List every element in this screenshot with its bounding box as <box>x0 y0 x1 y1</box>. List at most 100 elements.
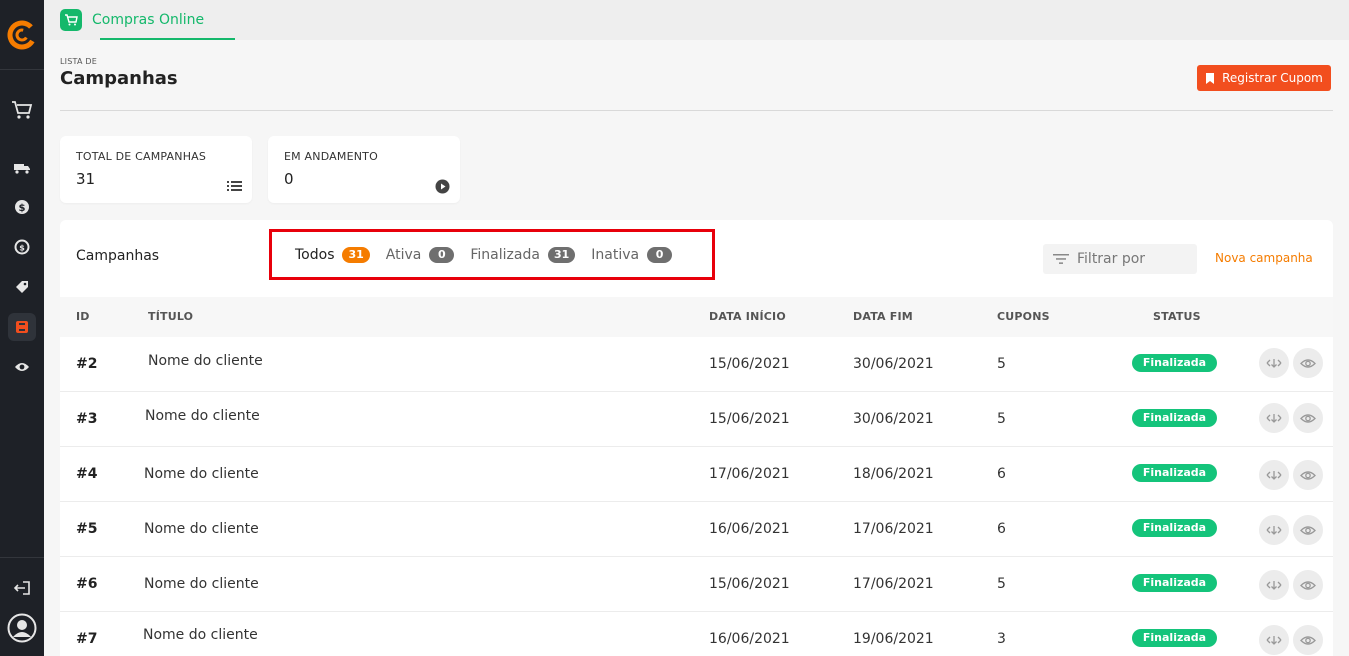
status-badge: Finalizada <box>1132 519 1217 537</box>
column-header-status[interactable]: STATUS <box>1153 310 1201 323</box>
user-icon[interactable] <box>0 613 44 643</box>
table-row[interactable]: #4 Nome do cliente 17/06/2021 18/06/2021… <box>60 447 1333 502</box>
status-badge: Finalizada <box>1132 354 1217 372</box>
view-button[interactable] <box>1293 460 1323 490</box>
column-header-coupons[interactable]: CUPONS <box>997 310 1050 323</box>
logo-icon[interactable] <box>0 0 44 70</box>
count-badge: 0 <box>647 246 673 263</box>
tab-underline <box>100 38 235 40</box>
register-coupon-button[interactable]: Registrar Cupom <box>1197 65 1331 91</box>
sidebar-divider <box>0 557 44 558</box>
row-coupons: 6 <box>997 521 1006 537</box>
eye-icon <box>1300 580 1316 590</box>
tab-label: Finalizada <box>470 246 540 263</box>
view-button[interactable] <box>1293 403 1323 433</box>
table-row[interactable]: #5 Nome do cliente 16/06/2021 17/06/2021… <box>60 502 1333 557</box>
count-badge: 31 <box>547 246 576 263</box>
page-title: Campanhas <box>60 68 178 89</box>
stat-label: TOTAL DE CAMPANHAS <box>76 150 207 163</box>
exchange-icon <box>1266 636 1282 645</box>
tab-label: Todos <box>295 246 335 263</box>
download-button[interactable] <box>1259 403 1289 433</box>
status-badge: Finalizada <box>1132 409 1217 427</box>
row-start-date: 15/06/2021 <box>709 576 790 592</box>
download-button[interactable] <box>1259 625 1289 655</box>
row-start-date: 15/06/2021 <box>709 411 790 427</box>
play-icon <box>434 178 450 194</box>
table-row[interactable]: #6 Nome do cliente 15/06/2021 17/06/2021… <box>60 557 1333 612</box>
status-filter-tabs: Todos 31 Ativa 0 Finalizada 31 Inativa 0 <box>269 229 715 280</box>
download-button[interactable] <box>1259 460 1289 490</box>
tab-compras-online[interactable]: Compras Online <box>60 0 204 40</box>
header-divider <box>60 110 1333 111</box>
cart-icon <box>60 9 82 31</box>
sidebar: $ $ <box>0 0 44 656</box>
exchange-icon <box>1266 581 1282 590</box>
table-row[interactable]: #3 Nome do cliente 15/06/2021 30/06/2021… <box>60 392 1333 447</box>
eye-icon <box>1300 525 1316 535</box>
row-id: #3 <box>76 411 98 427</box>
exchange-icon <box>1266 414 1282 423</box>
row-title: Nome do cliente <box>144 521 259 537</box>
download-button[interactable] <box>1259 348 1289 378</box>
status-badge: Finalizada <box>1132 629 1217 647</box>
tab-label: Inativa <box>591 246 640 263</box>
download-button[interactable] <box>1259 570 1289 600</box>
top-tab-bar: Compras Online <box>44 0 1349 40</box>
column-header-title[interactable]: TÍTULO <box>148 310 193 323</box>
filter-input[interactable]: Filtrar por <box>1043 244 1197 274</box>
row-coupons: 5 <box>997 411 1006 427</box>
panel-title: Campanhas <box>76 248 160 264</box>
campaign-icon[interactable] <box>8 313 36 341</box>
table-row[interactable]: #2 Nome do cliente 15/06/2021 30/06/2021… <box>60 337 1333 392</box>
eye-icon <box>1300 635 1316 645</box>
money-icon[interactable]: $ <box>0 193 44 221</box>
campaigns-panel: Campanhas Todos 31 Ativa 0 Finalizada 31… <box>60 220 1333 656</box>
tag-icon[interactable] <box>0 273 44 301</box>
view-button[interactable] <box>1293 348 1323 378</box>
register-coupon-label: Registrar Cupom <box>1222 71 1323 85</box>
page-overline: LISTA DE <box>60 57 97 66</box>
table-row[interactable]: #7 Nome do cliente 16/06/2021 19/06/2021… <box>60 612 1333 656</box>
tab-inativa[interactable]: Inativa 0 <box>591 246 673 263</box>
stat-card-in-progress: EM ANDAMENTO 0 <box>268 136 460 203</box>
row-end-date: 19/06/2021 <box>853 631 934 647</box>
bookmark-icon <box>1206 72 1215 84</box>
eye-icon[interactable] <box>0 353 44 381</box>
row-title: Nome do cliente <box>144 576 259 592</box>
filter-placeholder: Filtrar por <box>1077 251 1146 267</box>
view-button[interactable] <box>1293 515 1323 545</box>
row-coupons: 3 <box>997 631 1006 647</box>
new-campaign-link[interactable]: Nova campanha <box>1215 251 1313 265</box>
row-id: #4 <box>76 466 98 482</box>
column-header-end-date[interactable]: DATA FIM <box>853 310 913 323</box>
column-header-id[interactable]: ID <box>76 310 90 323</box>
tab-finalizada[interactable]: Finalizada 31 <box>470 246 576 263</box>
view-button[interactable] <box>1293 570 1323 600</box>
logout-icon[interactable] <box>0 574 44 602</box>
row-start-date: 17/06/2021 <box>709 466 790 482</box>
eye-icon <box>1300 413 1316 423</box>
refresh-money-icon[interactable]: $ <box>0 233 44 261</box>
tab-ativa[interactable]: Ativa 0 <box>385 246 455 263</box>
row-start-date: 16/06/2021 <box>709 521 790 537</box>
filter-icon <box>1053 254 1069 264</box>
tab-label: Ativa <box>385 246 422 263</box>
exchange-icon <box>1266 359 1282 368</box>
column-header-start-date[interactable]: DATA INÍCIO <box>709 310 786 323</box>
truck-icon[interactable] <box>0 154 44 182</box>
tab-todos[interactable]: Todos 31 <box>295 246 370 263</box>
table-header: ID TÍTULO DATA INÍCIO DATA FIM CUPONS ST… <box>60 297 1333 337</box>
download-button[interactable] <box>1259 515 1289 545</box>
row-id: #7 <box>76 631 98 647</box>
cart-icon[interactable] <box>0 96 44 124</box>
row-title: Nome do cliente <box>144 466 259 482</box>
count-badge: 0 <box>429 246 455 263</box>
row-end-date: 18/06/2021 <box>853 466 934 482</box>
view-button[interactable] <box>1293 625 1323 655</box>
stat-value: 31 <box>76 170 96 188</box>
row-coupons: 5 <box>997 356 1006 372</box>
row-start-date: 15/06/2021 <box>709 356 790 372</box>
row-title: Nome do cliente <box>148 353 263 369</box>
row-id: #6 <box>76 576 98 592</box>
